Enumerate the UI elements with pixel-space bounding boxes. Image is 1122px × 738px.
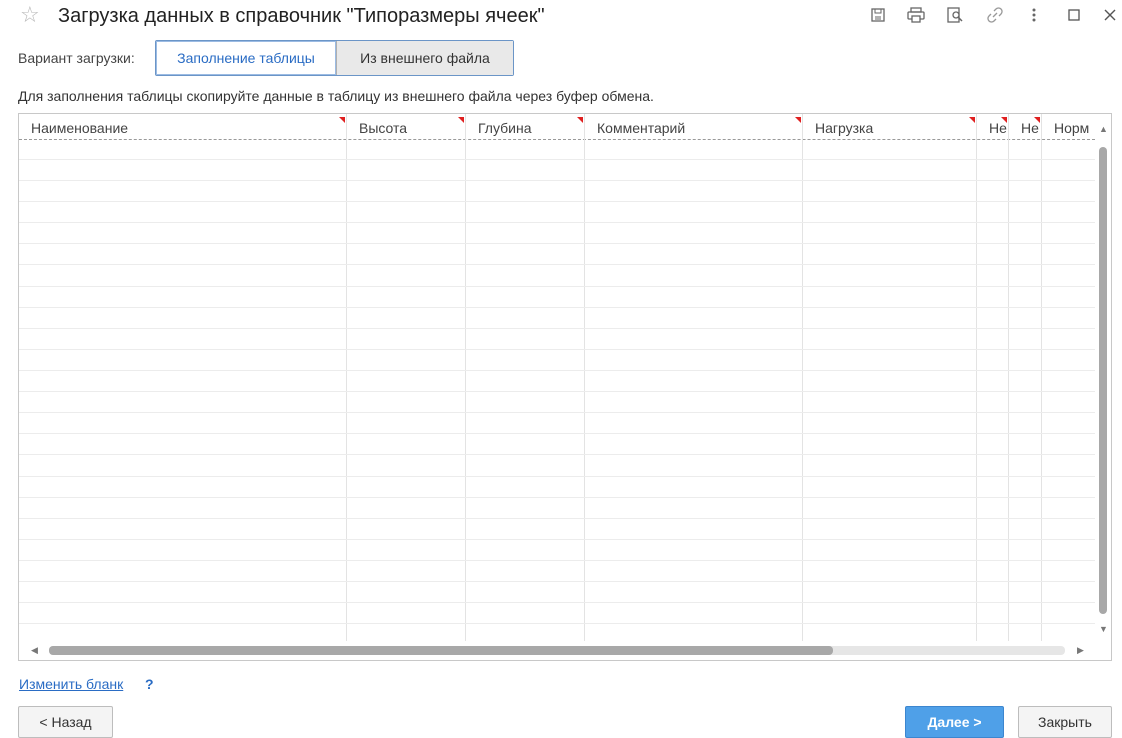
required-mark-icon	[339, 117, 345, 123]
column-divider	[1041, 114, 1042, 641]
row-divider	[19, 349, 1095, 350]
more-icon[interactable]	[1021, 3, 1047, 27]
window-title: Загрузка данных в справочник "Типоразмер…	[58, 5, 545, 27]
row-divider	[19, 497, 1095, 498]
row-divider	[19, 201, 1095, 202]
row-divider	[19, 391, 1095, 392]
table-header: Наименование Высота Глубина Комментарий …	[19, 114, 1095, 140]
vertical-scroll-thumb[interactable]	[1099, 147, 1107, 614]
horizontal-scroll-thumb[interactable]	[49, 646, 833, 655]
required-mark-icon	[1001, 117, 1007, 123]
link-icon[interactable]	[982, 3, 1008, 27]
column-header-norm[interactable]: Норм	[1042, 114, 1095, 140]
maximize-icon[interactable]	[1061, 3, 1087, 27]
row-divider	[19, 581, 1095, 582]
row-divider	[19, 539, 1095, 540]
column-header-depth[interactable]: Глубина	[466, 114, 585, 140]
row-divider	[19, 623, 1095, 624]
data-table[interactable]: Наименование Высота Глубина Комментарий …	[18, 113, 1112, 661]
column-divider	[584, 114, 585, 641]
scroll-left-icon[interactable]: ◀	[31, 645, 38, 656]
required-mark-icon	[795, 117, 801, 123]
print-icon[interactable]	[903, 3, 929, 27]
row-divider	[19, 286, 1095, 287]
variant-label: Вариант загрузки:	[18, 50, 135, 66]
row-divider	[19, 476, 1095, 477]
row-divider	[19, 370, 1095, 371]
row-divider	[19, 328, 1095, 329]
variant-switch: Заполнение таблицы Из внешнего файла	[155, 40, 514, 76]
required-mark-icon	[1034, 117, 1040, 123]
scroll-right-icon[interactable]: ▶	[1077, 645, 1084, 656]
column-header-comment[interactable]: Комментарий	[585, 114, 803, 140]
column-divider	[976, 114, 977, 641]
back-button[interactable]: < Назад	[18, 706, 113, 738]
row-divider	[19, 412, 1095, 413]
scroll-down-icon[interactable]: ▼	[1099, 624, 1108, 634]
column-divider	[346, 114, 347, 641]
row-divider	[19, 560, 1095, 561]
close-icon[interactable]	[1097, 3, 1122, 27]
required-mark-icon	[458, 117, 464, 123]
close-button[interactable]: Закрыть	[1018, 706, 1112, 738]
save-icon[interactable]	[865, 3, 891, 27]
column-divider	[465, 114, 466, 641]
row-divider	[19, 454, 1095, 455]
row-divider	[19, 518, 1095, 519]
row-divider	[19, 222, 1095, 223]
row-divider	[19, 243, 1095, 244]
column-header-height[interactable]: Высота	[347, 114, 466, 140]
hint-text: Для заполнения таблицы скопируйте данные…	[18, 88, 654, 104]
row-divider	[19, 180, 1095, 181]
column-divider	[802, 114, 803, 641]
row-divider	[19, 307, 1095, 308]
column-divider	[1008, 114, 1009, 641]
required-mark-icon	[577, 117, 583, 123]
change-form-link[interactable]: Изменить бланк	[19, 676, 123, 692]
preview-icon[interactable]	[942, 3, 968, 27]
variant-option-file[interactable]: Из внешнего файла	[336, 41, 513, 75]
column-header-ne1[interactable]: Не	[977, 114, 1009, 140]
column-header-load[interactable]: Нагрузка	[803, 114, 977, 140]
column-header-name[interactable]: Наименование	[19, 114, 347, 140]
help-icon[interactable]: ?	[145, 676, 154, 692]
next-button[interactable]: Далее >	[905, 706, 1004, 738]
row-divider	[19, 602, 1095, 603]
favorite-star-icon[interactable]: ☆	[20, 4, 40, 26]
variant-option-table[interactable]: Заполнение таблицы	[156, 41, 336, 75]
row-divider	[19, 159, 1095, 160]
row-divider	[19, 264, 1095, 265]
required-mark-icon	[969, 117, 975, 123]
row-divider	[19, 433, 1095, 434]
column-header-ne2[interactable]: Не	[1009, 114, 1042, 140]
